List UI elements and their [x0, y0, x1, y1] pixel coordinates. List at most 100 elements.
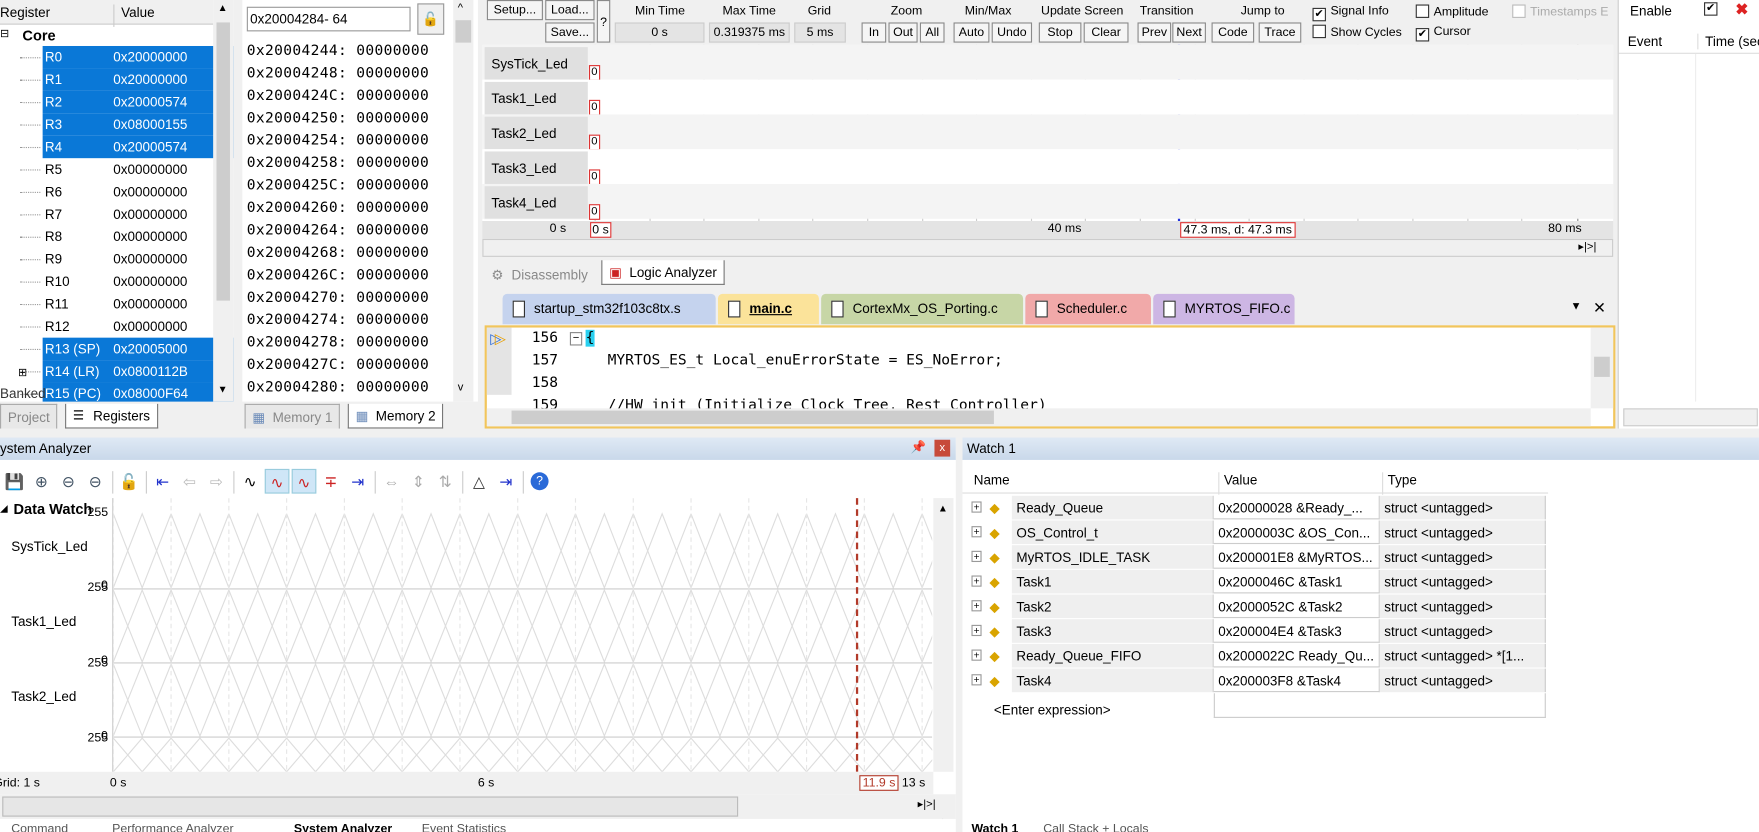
memory-value[interactable]: 00000000 [356, 110, 429, 127]
watch-row[interactable]: + ◆ Task3 0x200004E4 &Task3 struct <untagged… [963, 619, 1546, 644]
watch-row[interactable]: + ◆ MyRTOS_IDLE_TASK 0x200001E8 &MyRTOS... s… [963, 545, 1546, 570]
signal-label[interactable]: Task1_Led [484, 81, 588, 116]
memory-value[interactable]: 00000000 [356, 65, 429, 82]
watch-value[interactable]: 0x2000052C &Task2 [1213, 594, 1380, 619]
jump-start-icon[interactable]: ⇤ [150, 469, 175, 494]
memory-line[interactable]: 0x2000425C: 00000000 [247, 175, 429, 197]
col-type[interactable]: Type [1382, 472, 1417, 495]
register-value[interactable]: 0x00000000 [113, 270, 187, 292]
register-value[interactable]: 0x00000000 [113, 315, 187, 337]
expand-icon[interactable]: + [971, 624, 982, 637]
tab-registers[interactable]: ☰ Registers [65, 403, 158, 429]
memory-line[interactable]: 0x20004270: 00000000 [247, 287, 429, 309]
memory-line[interactable]: 0x2000424C: 00000000 [247, 85, 429, 107]
register-value[interactable]: 0x00000000 [113, 158, 187, 180]
register-value[interactable]: 0x00000000 [113, 225, 187, 247]
watch-value[interactable]: 0x2000046C &Task1 [1213, 569, 1380, 594]
memory-address-input[interactable] [246, 6, 411, 32]
memory-value[interactable]: 00000000 [356, 200, 429, 217]
fold-icon[interactable]: − [569, 332, 583, 346]
logic-hscrollbar[interactable]: ▸|>| [482, 238, 1614, 257]
memory-line[interactable]: 0x2000427C: 00000000 [247, 354, 429, 376]
memory-value[interactable]: 00000000 [356, 379, 429, 396]
register-value[interactable]: 0x00000000 [113, 248, 187, 270]
system-chart[interactable] [112, 498, 933, 772]
tab-event-statistics[interactable]: Event Statistics [422, 821, 506, 832]
timestamps-checkbox[interactable]: Timestamps E [1512, 4, 1609, 19]
memory-line[interactable]: 0x20004260: 00000000 [247, 197, 429, 219]
signal-name[interactable]: Task1_Led [11, 614, 76, 630]
watch-name[interactable]: Task1 [1011, 569, 1214, 594]
register-row[interactable]: R4 0x20000574 [20, 135, 234, 159]
jump-marker-icon[interactable]: ⇥ [346, 469, 371, 494]
jump-end-icon[interactable]: ⇥ [494, 469, 519, 494]
zoom-in-button[interactable]: In [861, 22, 887, 43]
file-tab[interactable]: CortexMx_OS_Porting.c [821, 293, 1024, 325]
save-icon[interactable]: 💾 [2, 469, 27, 494]
tab-system-analyzer[interactable]: System Analyzer [294, 821, 392, 832]
close-icon[interactable]: x [934, 439, 951, 457]
collapse-core-icon[interactable]: ⊟ [0, 28, 9, 40]
memory-scrollbar[interactable]: ^ v [453, 0, 474, 402]
code-area[interactable]: ▷▷ − 156 {157 MYRTOS_ES_t Local_enuErrorS… [484, 325, 1616, 429]
watch-name[interactable]: MyRTOS_IDLE_TASK [1011, 545, 1214, 569]
register-row[interactable]: R13 (SP) 0x20005000 [20, 337, 234, 361]
memory-value[interactable]: 00000000 [356, 357, 429, 374]
pin-icon[interactable]: 📌 [911, 440, 926, 454]
register-value[interactable]: 0x20000000 [113, 46, 187, 68]
zoom-fit-icon[interactable]: ⊖ [56, 469, 81, 494]
signal-label[interactable]: Task3_Led [484, 151, 588, 186]
watch-name[interactable]: Task3 [1011, 619, 1214, 643]
tab-performance-analyzer[interactable]: Performance Analyzer [112, 821, 233, 832]
rising-edge-icon[interactable]: ∿ [264, 468, 290, 494]
file-tab[interactable]: main.c [717, 293, 819, 325]
system-vscrollbar[interactable]: ▲▼ [933, 498, 954, 821]
memory-value[interactable]: 00000000 [356, 222, 429, 239]
watch-row[interactable]: + ◆ OS_Control_t 0x2000003C &OS_Con... struc… [963, 520, 1546, 546]
tab-call-stack-locals[interactable]: Call Stack + Locals [1043, 821, 1148, 832]
help-button[interactable]: ? [596, 0, 611, 43]
signal-label[interactable]: Task4_Led [484, 186, 588, 220]
enter-expression-row[interactable]: <Enter expression> [963, 693, 1546, 718]
signal-name[interactable]: SysTick_Led [11, 538, 88, 554]
register-value[interactable]: 0x08000155 [113, 113, 187, 135]
watch-value[interactable]: 0x2000022C Ready_Qu... [1213, 643, 1380, 668]
watch-name[interactable]: OS_Control_t [1011, 520, 1214, 545]
next-button[interactable]: Next [1172, 22, 1206, 43]
expand-icon[interactable]: + [971, 501, 982, 513]
tab-memory-2[interactable]: ▦ Memory 2 [347, 403, 444, 429]
watch-value[interactable]: 0x200001E8 &MyRTOS... [1213, 545, 1380, 569]
expand-icon[interactable]: + [971, 600, 982, 612]
memory-line[interactable]: 0x20004258: 00000000 [247, 153, 429, 175]
falling-edge-icon[interactable]: ∿ [291, 468, 317, 494]
watch-row[interactable]: + ◆ Ready_Queue 0x20000028 &Ready_... struct… [963, 495, 1546, 521]
back-icon[interactable]: ⇦ [177, 469, 202, 494]
zoom-out-icon[interactable]: ⊖ [83, 469, 108, 494]
register-value[interactable]: 0x20005000 [113, 338, 187, 360]
register-row[interactable]: R12 0x00000000 [20, 315, 234, 337]
close-file-icon[interactable]: ✕ [1593, 298, 1606, 317]
tab-disassembly[interactable]: ⚙ Disassembly [484, 262, 595, 288]
memory-line[interactable]: 0x2000426C: 00000000 [247, 265, 429, 287]
watch-value[interactable]: 0x20000028 &Ready_... [1213, 495, 1380, 520]
code-line[interactable]: { [585, 329, 595, 347]
delete-icon[interactable]: ✖ [1735, 0, 1748, 19]
forward-icon[interactable]: ⇨ [204, 469, 229, 494]
memory-value[interactable]: 00000000 [356, 177, 429, 194]
register-row[interactable]: R5 0x00000000 [20, 158, 234, 180]
enter-expression[interactable]: <Enter expression> [994, 698, 1111, 723]
trigger-icon[interactable]: ∓ [319, 469, 344, 494]
register-row[interactable]: R6 0x00000000 [20, 181, 234, 203]
register-row[interactable]: R3 0x08000155 [20, 113, 234, 136]
register-row[interactable]: R14 (LR) 0x0800112B [20, 360, 234, 383]
event-hscrollbar[interactable] [1623, 408, 1758, 427]
tab-watch-1[interactable]: Watch 1 [971, 821, 1018, 832]
cursor-checkbox[interactable]: ✔ Cursor [1415, 25, 1471, 42]
watch-name[interactable]: Task4 [1011, 668, 1214, 693]
setup-button[interactable]: Setup... [486, 0, 543, 21]
memory-line[interactable]: 0x20004254: 00000000 [247, 130, 429, 152]
col-event[interactable]: Event [1628, 34, 1662, 50]
register-row[interactable]: R2 0x20000574 [20, 90, 234, 114]
signal-name[interactable]: Task2_Led [11, 689, 76, 705]
watch-name[interactable]: Ready_Queue_FIFO [1011, 643, 1214, 668]
